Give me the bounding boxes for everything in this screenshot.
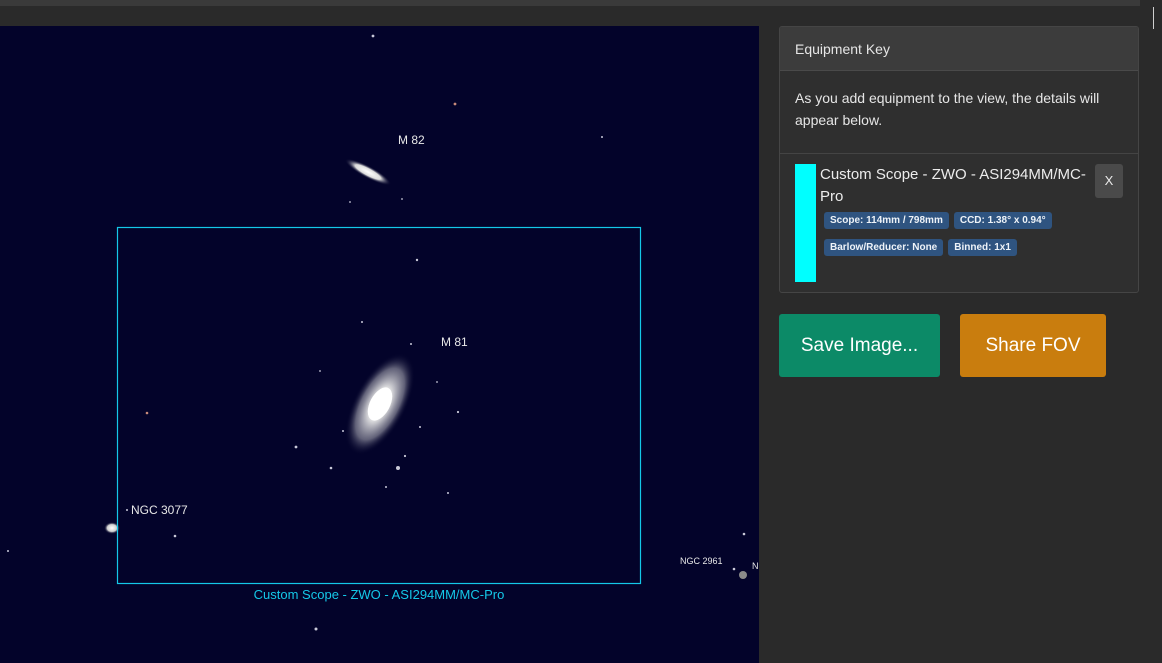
scrollbar-edge bbox=[1153, 7, 1154, 29]
label-ngc-partial: N bbox=[752, 561, 759, 571]
equipment-badges: Scope: 114mm / 798mm CCD: 1.38° x 0.94° Ba… bbox=[824, 210, 1086, 264]
label-ngc3077: NGC 3077 bbox=[131, 503, 188, 517]
equipment-color-swatch bbox=[795, 164, 816, 282]
panel-title: Equipment Key bbox=[780, 27, 1138, 71]
equipment-key-panel: Equipment Key As you add equipment to th… bbox=[779, 26, 1139, 293]
label-m82: M 82 bbox=[398, 133, 425, 147]
sky-view[interactable]: M 82 M 81 NGC 3077 NGC 2961 N Custom Sco… bbox=[0, 26, 759, 663]
equipment-item: Custom Scope - ZWO - ASI294MM/MC-Pro Sco… bbox=[780, 154, 1138, 292]
badge-binned: Binned: 1x1 bbox=[948, 239, 1017, 256]
fov-caption: Custom Scope - ZWO - ASI294MM/MC-Pro bbox=[253, 587, 505, 602]
label-m81: M 81 bbox=[441, 335, 468, 349]
equipment-name: Custom Scope - ZWO - ASI294MM/MC-Pro bbox=[820, 166, 1086, 205]
panel-intro-text: As you add equipment to the view, the de… bbox=[780, 71, 1138, 154]
top-bar bbox=[0, 0, 1140, 6]
sky-view-canvas bbox=[7, 34, 747, 631]
badge-scope: Scope: 114mm / 798mm bbox=[824, 212, 949, 229]
remove-equipment-button[interactable]: X bbox=[1095, 164, 1123, 198]
save-image-button[interactable]: Save Image... bbox=[779, 314, 940, 377]
badge-barlow: Barlow/Reducer: None bbox=[824, 239, 944, 256]
share-fov-button[interactable]: Share FOV bbox=[960, 314, 1106, 377]
m82-galaxy bbox=[344, 158, 392, 186]
badge-ccd: CCD: 1.38° x 0.94° bbox=[953, 212, 1052, 229]
label-ngc2961: NGC 2961 bbox=[680, 556, 723, 566]
